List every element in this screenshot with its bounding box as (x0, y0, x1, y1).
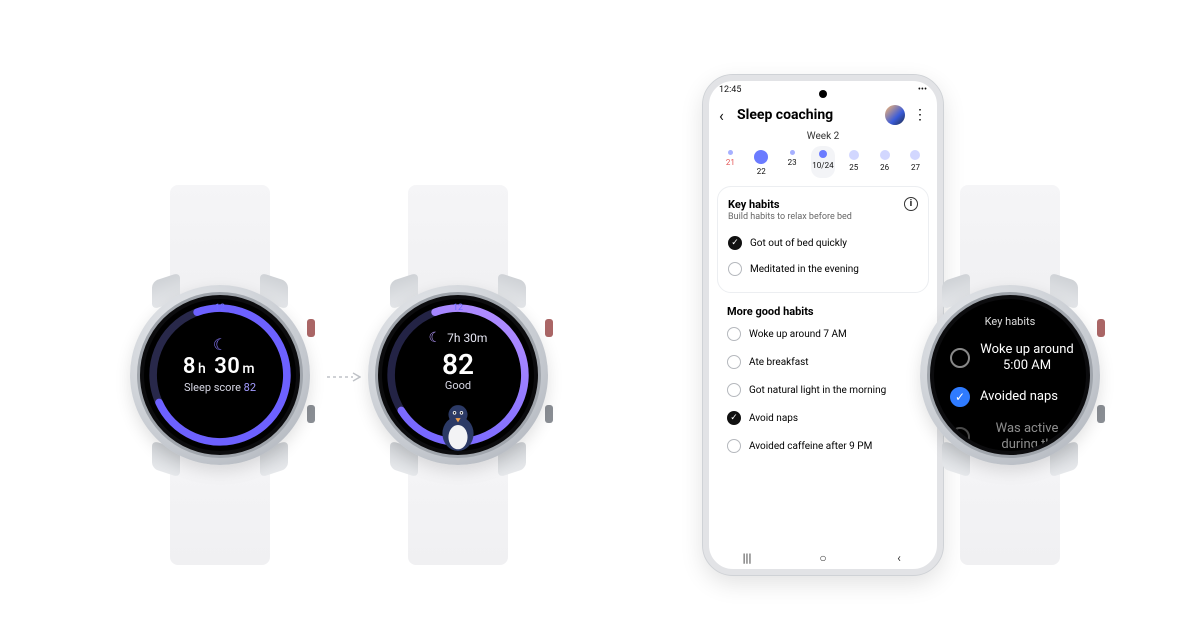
tick-12: 12 (453, 303, 463, 313)
day-cell[interactable]: 25 (842, 146, 866, 178)
sleep-animal-avatar[interactable] (885, 105, 905, 125)
habit-label: Avoid naps (749, 413, 798, 424)
info-icon[interactable]: i (904, 197, 918, 211)
watch-habit-row[interactable]: Woke up around 5:00 AM (948, 335, 1076, 380)
habit-label: Woke up around 7 AM (749, 329, 847, 340)
habit-label: Got natural light in the morning (749, 385, 886, 396)
key-habits-card: Key habits i Build habits to relax befor… (717, 186, 929, 293)
status-icons: ••• (918, 85, 927, 95)
habit-row[interactable]: Got natural light in the morning (727, 376, 919, 404)
watch-habit-row[interactable]: ✓ Avoided naps (948, 380, 1076, 414)
watch-asis: 12 ☾ 8h 30m Sleep score 82 (130, 285, 310, 465)
habit-label: Avoided caffeine after 9 PM (749, 441, 872, 452)
penguin-icon (431, 399, 485, 451)
watch-habits: Key habits Woke up around 5:00 AM ✓ Avoide… (920, 285, 1100, 465)
checkbox-icon[interactable]: ✓ (728, 236, 742, 250)
day-cell[interactable]: 22 (749, 146, 773, 178)
habit-row[interactable]: Ate breakfast (727, 348, 919, 376)
tick-12: 12 (215, 303, 225, 313)
checkbox-icon[interactable] (728, 262, 742, 276)
watch-habit-label: Woke up around 5:00 AM (980, 342, 1074, 373)
status-time: 12:45 (719, 85, 741, 95)
phone: 12:45 ••• ‹ Sleep coaching ⋮ Week 2 2122… (703, 75, 943, 575)
checkbox-icon[interactable] (727, 327, 741, 341)
habit-row[interactable]: Meditated in the evening (728, 256, 918, 282)
day-cell[interactable]: 26 (873, 146, 897, 178)
habit-row[interactable]: ✓ Got out of bed quickly (728, 230, 918, 256)
camera-cutout (819, 90, 827, 98)
habit-label: Meditated in the evening (750, 264, 859, 275)
checkbox-icon[interactable] (950, 427, 970, 447)
nav-home-icon[interactable]: ○ (808, 551, 838, 565)
week-label: Week 2 (709, 131, 937, 142)
key-habits-hint: Build habits to relax before bed (728, 212, 918, 222)
watch-habits-screen[interactable]: Key habits Woke up around 5:00 AM ✓ Avoide… (934, 299, 1086, 451)
checkbox-icon[interactable]: ✓ (727, 411, 741, 425)
checkbox-icon[interactable] (727, 439, 741, 453)
watch-habit-row[interactable]: Was active during th (948, 414, 1076, 451)
arrow-icon (327, 370, 361, 386)
day-strip[interactable]: 212223 10/24 252627 (709, 142, 937, 178)
watch-habits-title: Key habits (934, 315, 1086, 328)
more-habits-title: More good habits (709, 301, 937, 318)
habit-row[interactable]: Avoided caffeine after 9 PM (727, 432, 919, 460)
nav-recents-icon[interactable]: ||| (732, 551, 762, 565)
day-cell[interactable]: 27 (903, 146, 927, 178)
watch-habit-label: Was active during th (980, 421, 1074, 451)
more-icon[interactable]: ⋮ (913, 107, 927, 123)
habit-row[interactable]: Woke up around 7 AM (727, 320, 919, 348)
back-button[interactable]: ‹ (719, 106, 737, 125)
watch-tobe: 12 ☾ 7h 30m 82 Good (368, 285, 548, 465)
checkbox-icon[interactable] (950, 348, 970, 368)
page-title: Sleep coaching (737, 107, 885, 123)
checkbox-icon[interactable]: ✓ (950, 387, 970, 407)
watch-tobe-screen[interactable]: 12 ☾ 7h 30m 82 Good (382, 299, 534, 451)
day-cell[interactable]: 23 (780, 146, 804, 178)
checkbox-icon[interactable] (727, 383, 741, 397)
habit-label: Got out of bed quickly (750, 238, 847, 249)
checkbox-icon[interactable] (727, 355, 741, 369)
watch-asis-screen[interactable]: 12 ☾ 8h 30m Sleep score 82 (144, 299, 296, 451)
watch-habit-label: Avoided naps (980, 389, 1058, 405)
nav-back-icon[interactable]: ‹ (884, 551, 914, 565)
android-navbar[interactable]: ||| ○ ‹ (709, 551, 937, 565)
key-habits-title: Key habits (728, 198, 780, 211)
day-cell[interactable]: 10/24 (811, 146, 835, 178)
habit-row[interactable]: ✓ Avoid naps (727, 404, 919, 432)
habit-label: Ate breakfast (749, 357, 809, 368)
day-cell[interactable]: 21 (718, 146, 742, 178)
